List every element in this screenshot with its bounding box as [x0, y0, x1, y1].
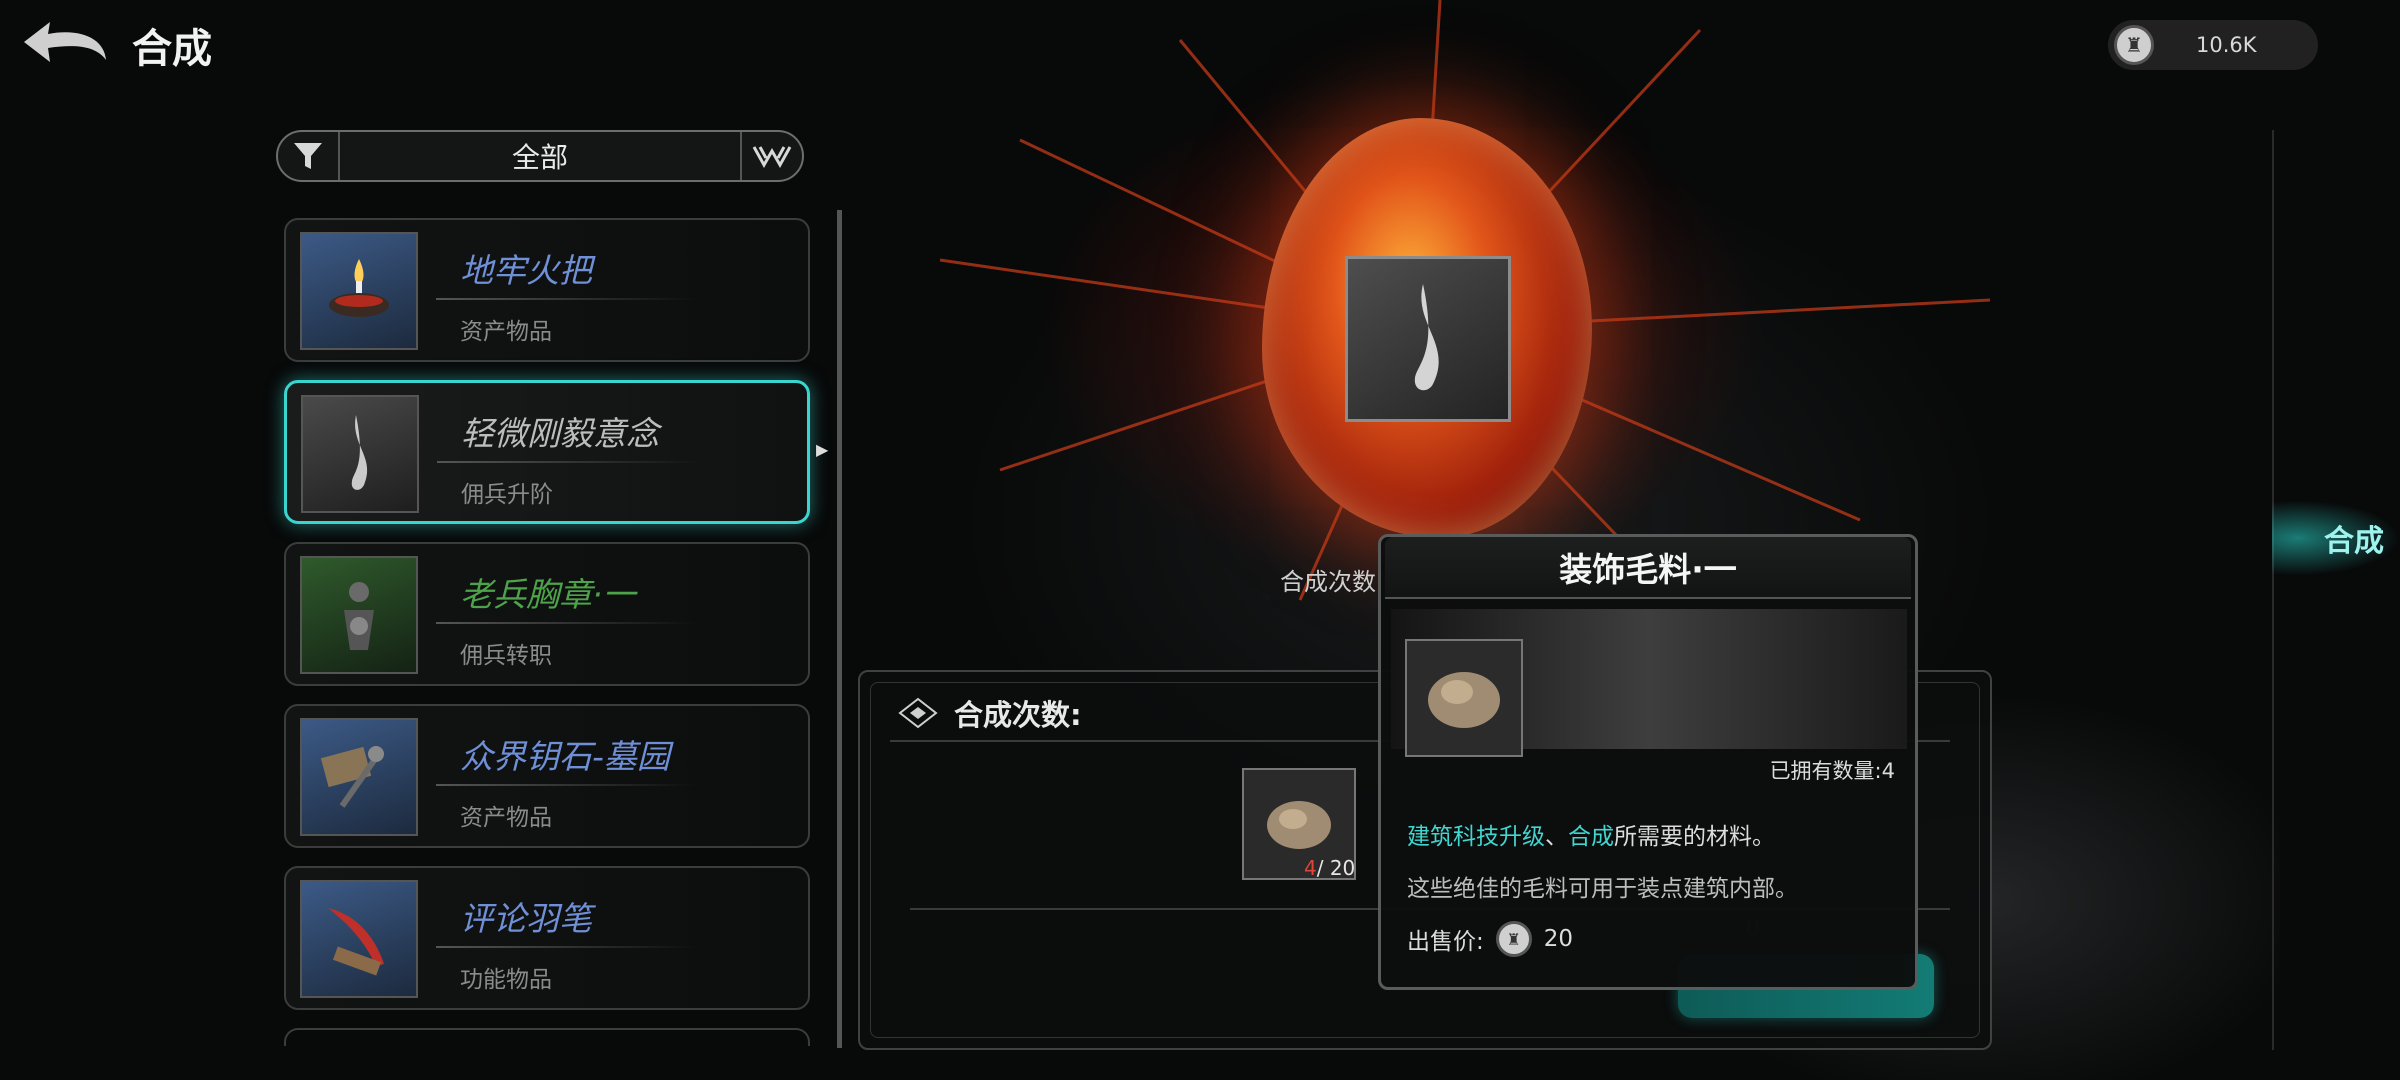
material-have: 4 [1304, 856, 1317, 880]
back-button[interactable] [20, 14, 112, 74]
currency-value: 10.6K [2196, 33, 2257, 57]
selection-caret-icon: ▶ [816, 440, 829, 459]
item-divider [436, 298, 696, 300]
desc-rest: 所需要的材料。 [1614, 824, 1775, 850]
list-item[interactable]: 评论羽笔 功能物品 [284, 866, 810, 1010]
owned-count: 已拥有数量:4 [1769, 759, 1895, 783]
currency-display: ♜ 10.6K [2108, 20, 2318, 70]
selected-item-preview [1345, 256, 1511, 422]
item-thumbnail [301, 395, 419, 513]
material-count: 4/ 20 [1304, 856, 1355, 880]
craft-times-label-top: 合成次数 [1280, 568, 1376, 596]
quill-icon [328, 908, 384, 976]
list-scrollbar[interactable] [837, 210, 842, 1048]
back-arrow-icon [24, 22, 106, 62]
item-category: 功能物品 [460, 967, 552, 993]
item-divider [437, 461, 697, 463]
item-divider [436, 946, 696, 948]
torch-icon [329, 259, 389, 317]
list-item[interactable]: 老兵胸章·一 佣兵转职 [284, 542, 810, 686]
item-category: 资产物品 [460, 319, 552, 345]
item-name: 地牢火把 [460, 251, 592, 290]
wisp-icon [351, 415, 368, 490]
sell-price-value: 20 [1543, 926, 1574, 952]
tooltip-description: 建筑科技升级、合成所需要的材料。 [1407, 817, 1775, 851]
item-list: 地牢火把 资产物品 轻微刚毅意念 佣兵升阶 老兵胸章·一 佣兵转职 众界钥石-墓… [284, 218, 810, 1046]
link-craft[interactable]: 合成 [1568, 824, 1614, 850]
item-thumbnail [300, 718, 418, 836]
list-item[interactable]: 众界钥石-墓园 资产物品 [284, 704, 810, 848]
badge-icon [344, 582, 374, 650]
wisp-icon [1414, 284, 1439, 391]
page-title: 合成 [132, 26, 212, 72]
keystone-icon [320, 746, 384, 808]
link-building-upgrade[interactable]: 建筑科技升级 [1407, 824, 1545, 850]
tooltip-flavor-text: 这些绝佳的毛料可用于装点建筑内部。 [1407, 876, 1798, 902]
item-thumbnail [300, 556, 418, 674]
tab-craft-label: 合成 [2324, 524, 2384, 559]
diamond-icon [898, 697, 938, 729]
list-item[interactable]: 地牢火把 资产物品 [284, 218, 810, 362]
item-name: 老兵胸章·一 [460, 575, 636, 614]
material-need: / 20 [1316, 856, 1356, 880]
item-divider [436, 622, 696, 624]
tooltip-title: 装饰毛料·一 [1559, 550, 1737, 589]
sell-price: 出售价: ♜ 20 [1407, 921, 1573, 957]
item-thumbnail [300, 880, 418, 998]
filter-label: 全部 [511, 141, 568, 174]
list-item[interactable]: 轻微刚毅意念 佣兵升阶 [284, 380, 810, 524]
sell-price-label: 出售价: [1407, 929, 1484, 955]
item-category: 佣兵升阶 [461, 482, 553, 508]
item-category: 佣兵转职 [460, 643, 552, 669]
tooltip-header: 装饰毛料·一 [1385, 537, 1911, 599]
item-name: 轻微刚毅意念 [461, 414, 659, 453]
item-name: 评论羽笔 [460, 899, 592, 938]
tab-craft[interactable]: 合成 [2272, 500, 2400, 576]
wool-icon [1428, 672, 1500, 728]
tooltip-thumbnail [1405, 639, 1523, 757]
craft-times-label: 合成次数: [954, 698, 1082, 732]
tower-coin-icon: ♜ [2114, 25, 2154, 65]
side-divider [2272, 130, 2274, 1050]
desc-separator: 、 [1545, 824, 1568, 850]
tower-coin-icon: ♜ [1495, 921, 1532, 957]
item-category: 资产物品 [460, 805, 552, 831]
craft-times-row: 合成次数: [896, 692, 1082, 734]
item-tooltip: 装饰毛料·一 已拥有数量:4 建筑科技升级、合成所需要的材料。 这些绝佳的毛料可… [1378, 534, 1918, 990]
filter-bar[interactable]: 全部 [276, 130, 804, 182]
wool-icon [1267, 801, 1331, 849]
filter-icon[interactable] [278, 132, 340, 180]
item-name: 众界钥石-墓园 [460, 737, 670, 776]
sort-icon[interactable] [740, 132, 802, 180]
item-thumbnail [300, 232, 418, 350]
list-item-partial[interactable] [284, 1028, 810, 1046]
item-divider [436, 784, 696, 786]
